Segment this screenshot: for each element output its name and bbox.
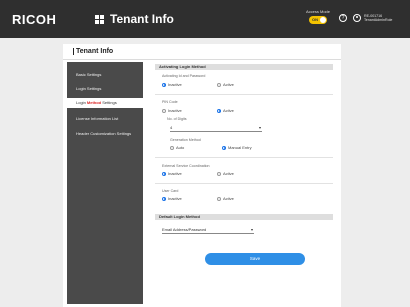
radio-unselected-icon [217, 171, 221, 176]
chevron-down-icon: ▾ [250, 227, 253, 232]
sidebar-item-label-suffix: Settings [101, 100, 117, 105]
section-header-default-login-method: Default Login Method [155, 214, 333, 220]
default-login-method-select[interactable]: Email Address/Password ▾ [162, 226, 254, 234]
user-card-inactive-radio[interactable]: Inactive [162, 196, 182, 201]
top-bar: RICOH Tenant Info Access Mode ON ? RE-00… [0, 0, 410, 38]
sidebar-item-label-highlight: Method [86, 100, 102, 105]
sidebar-item-label: Login Settings [76, 86, 102, 91]
radio-label: Inactive [168, 196, 182, 201]
radio-label: Active [223, 196, 234, 201]
sidebar-item-basic-settings[interactable]: Basic Settings [67, 70, 143, 80]
radio-unselected-icon [170, 145, 174, 150]
radio-unselected-icon [162, 108, 166, 113]
no-of-digits-label: No. of Digits [167, 117, 187, 121]
radio-selected-icon [162, 171, 166, 176]
pin-code-label: PIN Code [162, 100, 178, 104]
sidebar-item-label: Basic Settings [76, 72, 102, 77]
app-title: Tenant Info [110, 12, 174, 26]
radio-selected-icon [162, 196, 166, 201]
section-header-activating-login-method: Activating Login Method [155, 64, 333, 70]
sidebar-item-label: Header Customization Settings [76, 131, 132, 136]
user-card-label: User Card [162, 189, 179, 193]
select-value: 4 [170, 125, 173, 130]
radio-label: Manual Entry [228, 145, 252, 150]
settings-sidebar: Basic Settings Login Settings Login Meth… [67, 62, 143, 304]
chevron-down-icon: ▾ [258, 125, 261, 130]
select-value: Email Address/Password [162, 227, 207, 232]
radio-unselected-icon [217, 82, 221, 87]
divider [155, 157, 333, 158]
external-service-active-radio[interactable]: Active [217, 171, 234, 176]
radio-label: Inactive [168, 108, 182, 113]
no-of-digits-select[interactable]: 4 ▾ [170, 124, 262, 132]
ricoh-logo: RICOH [12, 12, 57, 27]
generation-auto-radio[interactable]: Auto [170, 145, 184, 150]
user-info[interactable]: RE-001716 TenantAdminRole [364, 14, 408, 22]
pin-code-active-radio[interactable]: Active [217, 108, 234, 113]
radio-label: Auto [176, 145, 185, 150]
radio-selected-icon [162, 82, 166, 87]
access-mode-toggle[interactable]: ON [309, 16, 327, 24]
radio-label: Active [223, 171, 234, 176]
access-mode-label: Access Mode [305, 9, 330, 14]
access-mode[interactable]: Access Mode ON [305, 9, 331, 24]
sidebar-item-license-information-list[interactable]: License Information List [67, 114, 143, 124]
user-role: TenantAdminRole [364, 18, 393, 22]
help-icon[interactable]: ? [339, 14, 347, 22]
page-title: Tenant Info [73, 48, 113, 55]
id-password-label: Activating Id and Password [162, 74, 206, 78]
external-service-label: External Service Coordination [162, 164, 210, 168]
pin-code-inactive-radio[interactable]: Inactive [162, 108, 182, 113]
sidebar-item-label: License Information List [76, 116, 119, 121]
radio-unselected-icon [217, 196, 221, 201]
radio-selected-icon [222, 145, 226, 150]
radio-label: Active [223, 108, 234, 113]
user-card-active-radio[interactable]: Active [217, 196, 234, 201]
id-password-inactive-radio[interactable]: Inactive [162, 82, 182, 87]
app-grid-icon[interactable] [95, 15, 104, 24]
radio-label: Active [223, 82, 234, 87]
divider [155, 183, 333, 184]
sidebar-item-login-method-settings[interactable]: Login Method Settings [67, 98, 143, 108]
sidebar-item-header-customization[interactable]: Header Customization Settings [67, 129, 143, 139]
radio-selected-icon [217, 108, 221, 113]
id-password-active-radio[interactable]: Active [217, 82, 234, 87]
title-divider [63, 59, 341, 60]
save-button[interactable]: Save [205, 253, 305, 265]
generation-manual-radio[interactable]: Manual Entry [222, 145, 252, 150]
external-service-inactive-radio[interactable]: Inactive [162, 171, 182, 176]
access-mode-toggle-text: ON [312, 17, 318, 22]
toggle-knob [320, 17, 326, 23]
user-icon[interactable] [353, 14, 361, 22]
generation-method-label: Generation Method [170, 138, 201, 142]
radio-label: Inactive [168, 171, 182, 176]
divider [155, 94, 333, 95]
sidebar-item-login-settings[interactable]: Login Settings [67, 84, 143, 94]
radio-label: Inactive [168, 82, 182, 87]
sidebar-item-label-prefix: Login [76, 100, 87, 105]
